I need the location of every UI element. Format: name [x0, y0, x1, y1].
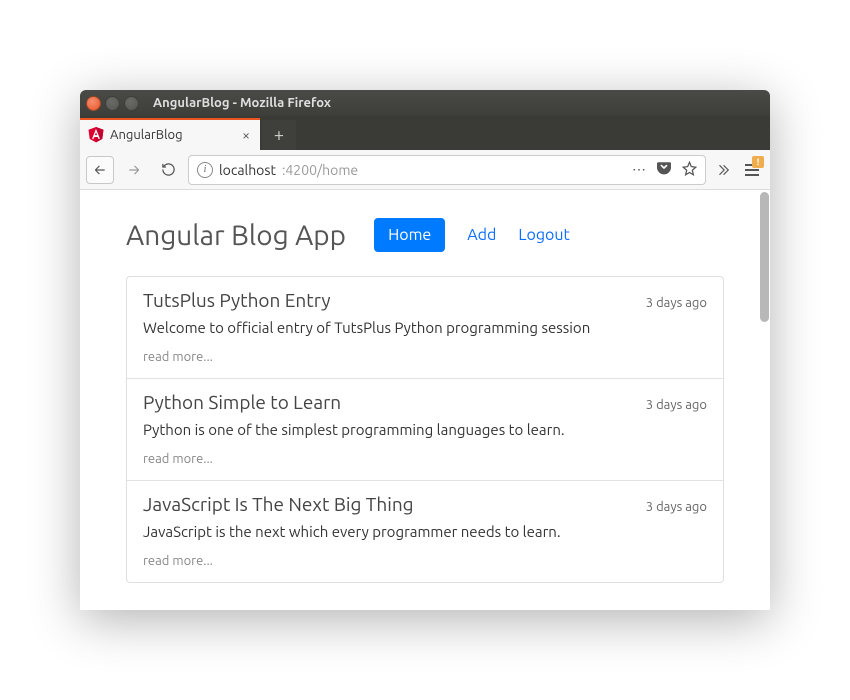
page-title: Angular Blog App: [126, 220, 346, 251]
window-maximize-button[interactable]: [124, 96, 139, 111]
post-item: Python Simple to Learn 3 days ago Python…: [127, 379, 723, 481]
nav-add[interactable]: Add: [467, 226, 496, 244]
browser-window: AngularBlog - Mozilla Firefox AngularBlo…: [80, 90, 770, 610]
menu-warning-badge: !: [752, 156, 764, 168]
post-time: 3 days ago: [646, 500, 707, 514]
reload-button[interactable]: [154, 156, 182, 184]
scrollbar-thumb[interactable]: [760, 192, 769, 322]
window-titlebar: AngularBlog - Mozilla Firefox: [80, 90, 770, 116]
tab-title: AngularBlog: [110, 128, 234, 142]
read-more-link[interactable]: read more...: [143, 452, 707, 466]
main-menu-button[interactable]: !: [740, 156, 764, 184]
arrow-left-icon: [93, 163, 107, 177]
post-title: JavaScript Is The Next Big Thing: [143, 493, 414, 515]
window-close-button[interactable]: [86, 96, 101, 111]
post-header: TutsPlus Python Entry 3 days ago: [143, 289, 707, 311]
post-title: Python Simple to Learn: [143, 391, 341, 413]
post-body: Python is one of the simplest programmin…: [143, 421, 707, 438]
post-time: 3 days ago: [646, 296, 707, 310]
site-info-icon[interactable]: i: [197, 162, 213, 178]
url-host: localhost: [219, 162, 276, 178]
reload-icon: [161, 162, 176, 177]
page-viewport: Angular Blog App Home Add Logout TutsPlu…: [80, 190, 770, 610]
angular-favicon-icon: [88, 127, 104, 143]
pocket-icon[interactable]: [656, 161, 672, 178]
url-bar[interactable]: i localhost :4200/home ⋯: [188, 155, 706, 185]
nav-links: Home Add Logout: [374, 218, 570, 252]
post-list: TutsPlus Python Entry 3 days ago Welcome…: [126, 276, 724, 583]
post-body: JavaScript is the next which every progr…: [143, 523, 707, 540]
browser-toolbar: i localhost :4200/home ⋯ !: [80, 150, 770, 190]
forward-button[interactable]: [120, 156, 148, 184]
post-time: 3 days ago: [646, 398, 707, 412]
page-header: Angular Blog App Home Add Logout: [126, 218, 724, 252]
tab-bar: AngularBlog × +: [80, 116, 770, 150]
post-title: TutsPlus Python Entry: [143, 289, 331, 311]
read-more-link[interactable]: read more...: [143, 554, 707, 568]
post-header: JavaScript Is The Next Big Thing 3 days …: [143, 493, 707, 515]
page-actions-icon[interactable]: ⋯: [632, 161, 646, 178]
post-header: Python Simple to Learn 3 days ago: [143, 391, 707, 413]
post-body: Welcome to official entry of TutsPlus Py…: [143, 319, 707, 336]
read-more-link[interactable]: read more...: [143, 350, 707, 364]
browser-tab[interactable]: AngularBlog ×: [80, 118, 260, 150]
new-tab-button[interactable]: +: [262, 120, 296, 150]
window-minimize-button[interactable]: [105, 96, 120, 111]
toolbar-overflow-button[interactable]: [712, 156, 734, 184]
page-content: Angular Blog App Home Add Logout TutsPlu…: [80, 190, 770, 593]
back-button[interactable]: [86, 156, 114, 184]
window-title: AngularBlog - Mozilla Firefox: [153, 96, 331, 110]
urlbar-right-icons: ⋯: [632, 161, 697, 179]
chevron-double-right-icon: [716, 163, 730, 177]
post-item: JavaScript Is The Next Big Thing 3 days …: [127, 481, 723, 582]
tab-close-icon[interactable]: ×: [240, 127, 252, 143]
arrow-right-icon: [127, 163, 141, 177]
bookmark-star-icon[interactable]: [682, 161, 697, 179]
url-path: :4200/home: [282, 162, 358, 178]
post-item: TutsPlus Python Entry 3 days ago Welcome…: [127, 277, 723, 379]
nav-home[interactable]: Home: [374, 218, 445, 252]
nav-logout[interactable]: Logout: [518, 226, 570, 244]
